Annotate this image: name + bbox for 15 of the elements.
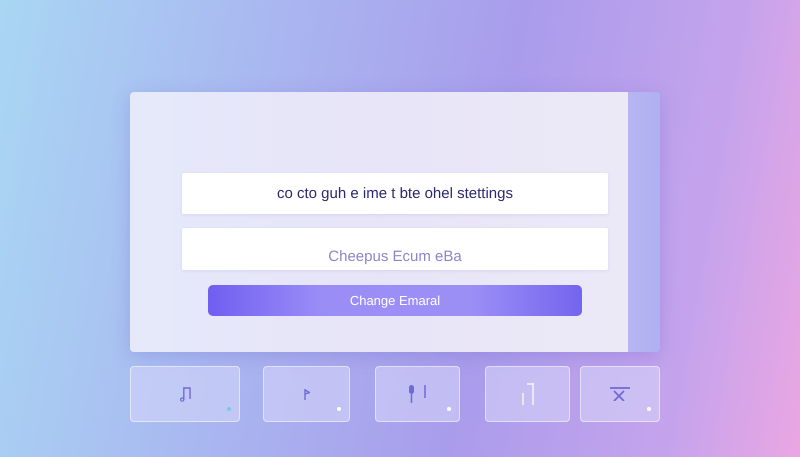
cross-icon — [610, 387, 630, 401]
input-field[interactable]: co cto guh e ime t bte ohel stettings — [182, 173, 608, 214]
app-tile[interactable] — [263, 366, 350, 422]
dot-icon — [337, 407, 341, 411]
microphone-drawing — [408, 385, 426, 403]
music-note-icon — [180, 386, 190, 402]
flag-icon — [304, 388, 310, 400]
input-field[interactable]: Cheepus Ecum eBa — [182, 228, 608, 270]
app-tile[interactable] — [375, 366, 460, 422]
dot-icon — [447, 407, 451, 411]
app-tile[interactable] — [485, 366, 570, 422]
dot-icon — [647, 407, 651, 411]
app-tile[interactable] — [580, 366, 660, 422]
app-tile[interactable] — [130, 366, 240, 422]
dot-icon — [227, 407, 231, 411]
